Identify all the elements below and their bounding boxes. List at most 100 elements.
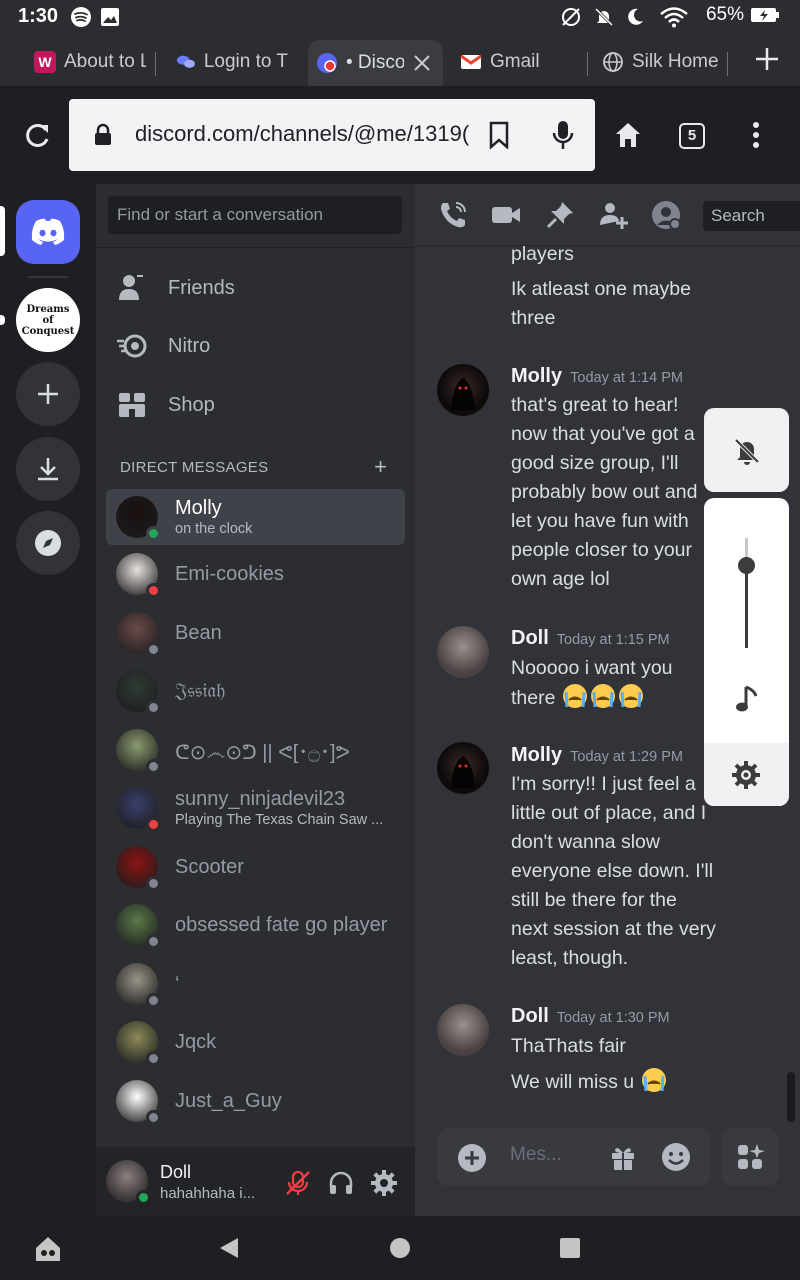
tab-discord-active[interactable]: • Discor xyxy=(308,40,443,86)
avatar-figure xyxy=(451,756,475,788)
tab-divider xyxy=(727,52,728,76)
home-circle-icon[interactable] xyxy=(389,1237,411,1259)
user-name[interactable]: Doll xyxy=(160,1162,191,1183)
tab-silk-home[interactable]: Silk Home xyxy=(602,42,722,82)
voice-call-icon[interactable] xyxy=(437,199,469,231)
tab-gmail[interactable]: Gmail xyxy=(460,42,580,82)
dm-text: 𝔍𝔰𝔰𝔦𝔞𝔥 xyxy=(175,680,401,703)
dm-item[interactable]: Molly on the clock xyxy=(106,489,405,545)
pinned-messages-icon[interactable] xyxy=(544,199,576,231)
dm-item[interactable]: Just_a_Guy xyxy=(106,1073,405,1129)
battery-indicator: 65% xyxy=(706,4,780,26)
status-indicator-offline xyxy=(146,642,161,657)
video-call-icon[interactable] xyxy=(490,199,522,231)
dm-item[interactable]: ᕦ⊙෴⊙ᕤ || ᕙ[･۝･]ᕗ xyxy=(106,722,405,778)
message-input[interactable]: Mes... xyxy=(510,1144,562,1166)
new-tab-icon[interactable] xyxy=(754,46,780,72)
reload-icon[interactable] xyxy=(22,120,52,150)
home-icon[interactable] xyxy=(613,120,643,150)
create-dm-plus-icon[interactable]: + xyxy=(374,454,387,480)
dm-item[interactable]: sunny_ninjadevil23 Playing The Texas Chai… xyxy=(106,780,405,836)
dm-item[interactable]: Emi-cookies xyxy=(106,546,405,602)
no-sync-icon xyxy=(562,8,580,26)
message-author[interactable]: Doll Today at 1:30 PM xyxy=(511,1005,670,1028)
dm-item[interactable]: Bean xyxy=(106,605,405,661)
explore-servers-button[interactable] xyxy=(16,511,80,575)
message-avatar[interactable] xyxy=(437,626,489,678)
headphones-icon[interactable] xyxy=(327,1169,355,1197)
tab-label: • Discor xyxy=(346,52,404,73)
attach-plus-icon[interactable] xyxy=(457,1143,487,1173)
dm-text: ᕦ⊙෴⊙ᕤ || ᕙ[･۝･]ᕗ xyxy=(175,736,401,765)
sound-settings-button[interactable] xyxy=(704,743,789,806)
nav-friends[interactable]: Friends xyxy=(116,268,235,308)
dm-avatar xyxy=(116,612,161,657)
author-name[interactable]: Doll xyxy=(511,1005,549,1027)
download-apps-button[interactable] xyxy=(16,437,80,501)
message-text: I'm sorry!! I just feel a little out of … xyxy=(511,773,716,969)
volume-slider-thumb[interactable] xyxy=(738,557,755,574)
discord-logo-icon xyxy=(31,218,65,245)
bookmark-icon[interactable] xyxy=(488,121,510,149)
status-indicator-offline xyxy=(146,759,161,774)
author-name[interactable]: Molly xyxy=(511,744,562,766)
url-text[interactable]: discord.com/channels/@me/1319( xyxy=(135,121,470,147)
user-profile-icon[interactable] xyxy=(650,199,682,231)
add-friends-to-dm-icon[interactable] xyxy=(597,199,629,231)
message-avatar[interactable] xyxy=(437,1004,489,1056)
dm-item[interactable]: obsessed fate go player xyxy=(106,897,405,953)
microphone-icon[interactable] xyxy=(551,119,575,151)
tab-divider xyxy=(587,52,588,76)
author-name[interactable]: Doll xyxy=(511,627,549,649)
tab-count-button[interactable]: 5 xyxy=(679,123,705,149)
microphone-muted-icon[interactable] xyxy=(284,1169,312,1197)
message-timestamp: Today at 1:15 PM xyxy=(556,632,670,648)
message-text: We will miss u xyxy=(511,1071,635,1093)
volume-slider-fill xyxy=(745,564,748,648)
dm-item[interactable]: Jqck xyxy=(106,1014,405,1070)
dm-item[interactable]: 𝔍𝔰𝔰𝔦𝔞𝔥 xyxy=(106,663,405,719)
dm-name: Bean xyxy=(175,621,222,644)
dm-name: Molly xyxy=(175,497,222,519)
wikipedia-favicon-icon: W xyxy=(34,51,56,73)
message-composer[interactable]: Mes... xyxy=(437,1128,711,1186)
user-status-online xyxy=(136,1190,151,1205)
emoji-picker-icon[interactable] xyxy=(661,1142,691,1172)
more-menu-icon[interactable] xyxy=(745,120,767,150)
nav-shop[interactable]: Shop xyxy=(116,385,215,425)
user-settings-gear-icon[interactable] xyxy=(370,1169,398,1197)
server-dreams-of-conquest[interactable]: Dreams of Conquest xyxy=(16,288,80,352)
status-bar: 1:30 65% xyxy=(0,0,800,34)
address-bar[interactable]: discord.com/channels/@me/1319( xyxy=(69,99,595,171)
close-tab-icon[interactable] xyxy=(412,53,432,73)
apps-button[interactable] xyxy=(721,1128,779,1186)
dm-text: ‘ xyxy=(175,973,401,996)
add-server-button[interactable] xyxy=(16,362,80,426)
tab-about[interactable]: W About to L xyxy=(34,42,146,82)
status-indicator-dnd xyxy=(146,817,161,832)
message-author[interactable]: Molly Today at 1:29 PM xyxy=(511,744,683,767)
home-launcher-icon[interactable] xyxy=(33,1234,63,1264)
author-name[interactable]: Molly xyxy=(511,365,562,387)
user-avatar[interactable] xyxy=(106,1160,151,1205)
message-author[interactable]: Molly Today at 1:14 PM xyxy=(511,365,683,388)
recents-icon[interactable] xyxy=(560,1238,580,1258)
chat-search-input[interactable]: Search xyxy=(703,201,800,231)
clock: 1:30 xyxy=(18,5,59,27)
nav-nitro[interactable]: Nitro xyxy=(116,326,210,366)
message-avatar[interactable] xyxy=(437,742,489,794)
tab-login[interactable]: Login to T xyxy=(176,42,288,82)
back-icon[interactable] xyxy=(218,1236,240,1260)
message-avatar[interactable] xyxy=(437,364,489,416)
message-author[interactable]: Doll Today at 1:15 PM xyxy=(511,627,670,650)
ringer-mute-button[interactable] xyxy=(704,408,789,492)
chat-header: Search xyxy=(415,184,800,246)
dm-item[interactable]: Scooter xyxy=(106,839,405,895)
dm-avatar xyxy=(116,904,161,949)
discord-home-button[interactable] xyxy=(16,200,80,264)
dm-item[interactable]: ‘ xyxy=(106,956,405,1012)
chat-scrollbar[interactable] xyxy=(787,1072,795,1122)
gift-icon[interactable] xyxy=(609,1143,637,1171)
lock-icon[interactable] xyxy=(93,123,113,147)
dm-search-input[interactable]: Find or start a conversation xyxy=(108,196,402,234)
